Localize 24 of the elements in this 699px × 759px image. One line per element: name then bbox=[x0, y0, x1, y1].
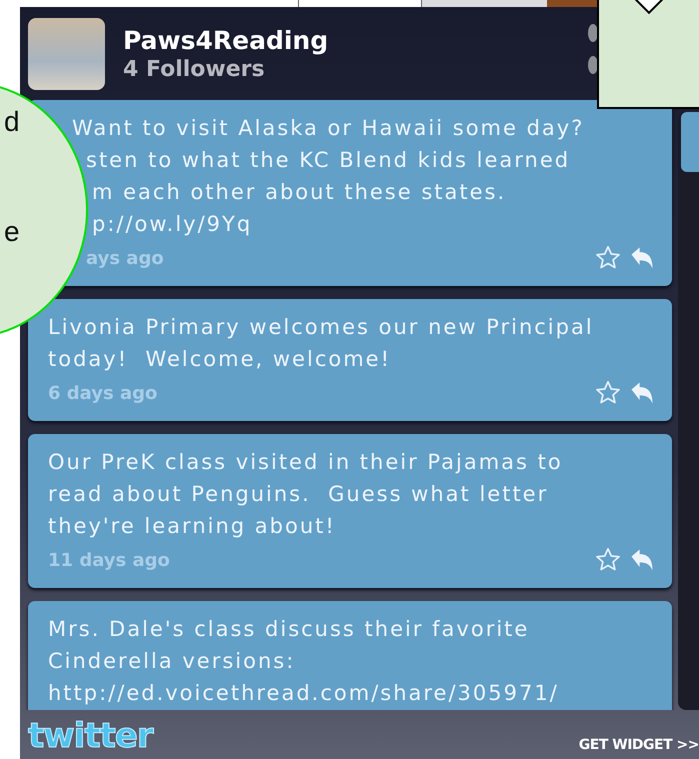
callout-text: d bbox=[4, 106, 20, 138]
profile-name[interactable]: Paws4Reading bbox=[123, 26, 328, 54]
tweet-time: 11 days ago bbox=[48, 550, 171, 570]
tweet-text-line: they're learning about! bbox=[48, 513, 337, 540]
get-widget-link[interactable]: GET WIDGET >> bbox=[578, 737, 699, 755]
tweet-text-line: p://ow.ly/9Yq bbox=[91, 211, 254, 238]
twitter-logo: twitter bbox=[28, 717, 153, 755]
tweet-text-line: sten to what the KC Blend kids learned bbox=[85, 147, 572, 174]
tweet-text-line: Cinderella versions: bbox=[48, 648, 296, 675]
followers-count: 4 Followers bbox=[123, 56, 266, 82]
callout-text: e bbox=[4, 216, 20, 248]
tweet-text-line: today! Welcome, welcome! bbox=[48, 346, 392, 373]
tweet-text-line: Our PreK class visited in their Pajamas to bbox=[48, 449, 564, 476]
photo-placeholder bbox=[547, 0, 597, 7]
tweet-text-line: m each other about these states. bbox=[91, 179, 508, 206]
tweet-text-line: Livonia Primary welcomes our new Principal bbox=[48, 314, 595, 341]
tweet-text-line: read about Penguins. Guess what letter bbox=[48, 481, 550, 508]
tweet-text-line: Want to visit Alaska or Hawaii some day? bbox=[71, 115, 586, 142]
scrollbar-track[interactable] bbox=[678, 112, 699, 710]
scrollbar-thumb[interactable] bbox=[681, 112, 699, 172]
tweet-time: 6 days ago bbox=[48, 382, 158, 404]
tweet-text-line: Mrs. Dale's class discuss their favorite bbox=[48, 616, 530, 643]
tweet-time: ays ago bbox=[85, 248, 165, 268]
tweet-text-line: http://ed.voicethread.com/share/305971/ bbox=[48, 680, 560, 707]
